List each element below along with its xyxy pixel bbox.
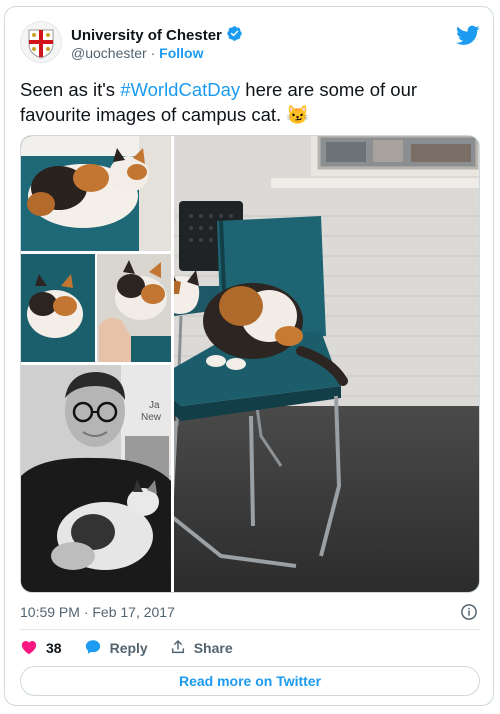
- verified-badge-icon: [226, 25, 243, 46]
- tweet-actions: 38 Reply Share: [20, 638, 255, 658]
- twitter-bird-icon[interactable]: [456, 23, 480, 47]
- follow-button[interactable]: Follow: [159, 45, 203, 61]
- photo-student-with-cat: Ja New: [21, 365, 171, 592]
- main-photo: [149, 136, 479, 592]
- campus-cat-collage: Ja New: [21, 136, 479, 592]
- sign-text-1: Ja: [149, 400, 160, 411]
- share-button[interactable]: Share: [170, 639, 233, 658]
- tweet-text-start: Seen as it's: [20, 79, 121, 100]
- like-count: 38: [46, 640, 62, 656]
- account-name[interactable]: University of Chester: [71, 27, 222, 44]
- share-icon: [170, 639, 186, 658]
- sign-text-2: New: [141, 412, 162, 423]
- account-handle-row: @uochester · Follow: [71, 45, 203, 61]
- share-label: Share: [193, 640, 233, 656]
- divider: [20, 629, 480, 630]
- tweet-header: University of Chester @uochester · Follo…: [20, 21, 480, 65]
- tweet-timestamp[interactable]: 10:59 PM · Feb 17, 2017: [20, 604, 175, 620]
- cat-emoji: 😼: [286, 104, 310, 125]
- tweet-card: University of Chester @uochester · Follo…: [4, 6, 494, 706]
- account-name-row: University of Chester: [71, 25, 243, 46]
- handle-separator: ·: [150, 45, 156, 61]
- like-button[interactable]: 38: [20, 638, 62, 659]
- account-handle[interactable]: @uochester: [71, 45, 147, 61]
- heart-icon: [20, 638, 38, 659]
- hashtag-link[interactable]: #WorldCatDay: [120, 79, 240, 100]
- info-icon[interactable]: [460, 603, 478, 621]
- tweet-text: Seen as it's #WorldCatDay here are some …: [20, 77, 480, 127]
- tweet-media[interactable]: Ja New: [20, 135, 480, 593]
- read-more-button[interactable]: Read more on Twitter: [20, 666, 480, 696]
- reply-label: Reply: [109, 640, 148, 656]
- reply-bubble-icon: [84, 638, 102, 659]
- avatar[interactable]: [20, 21, 62, 63]
- reply-button[interactable]: Reply: [84, 638, 148, 659]
- photo-cat-lying: [21, 136, 171, 251]
